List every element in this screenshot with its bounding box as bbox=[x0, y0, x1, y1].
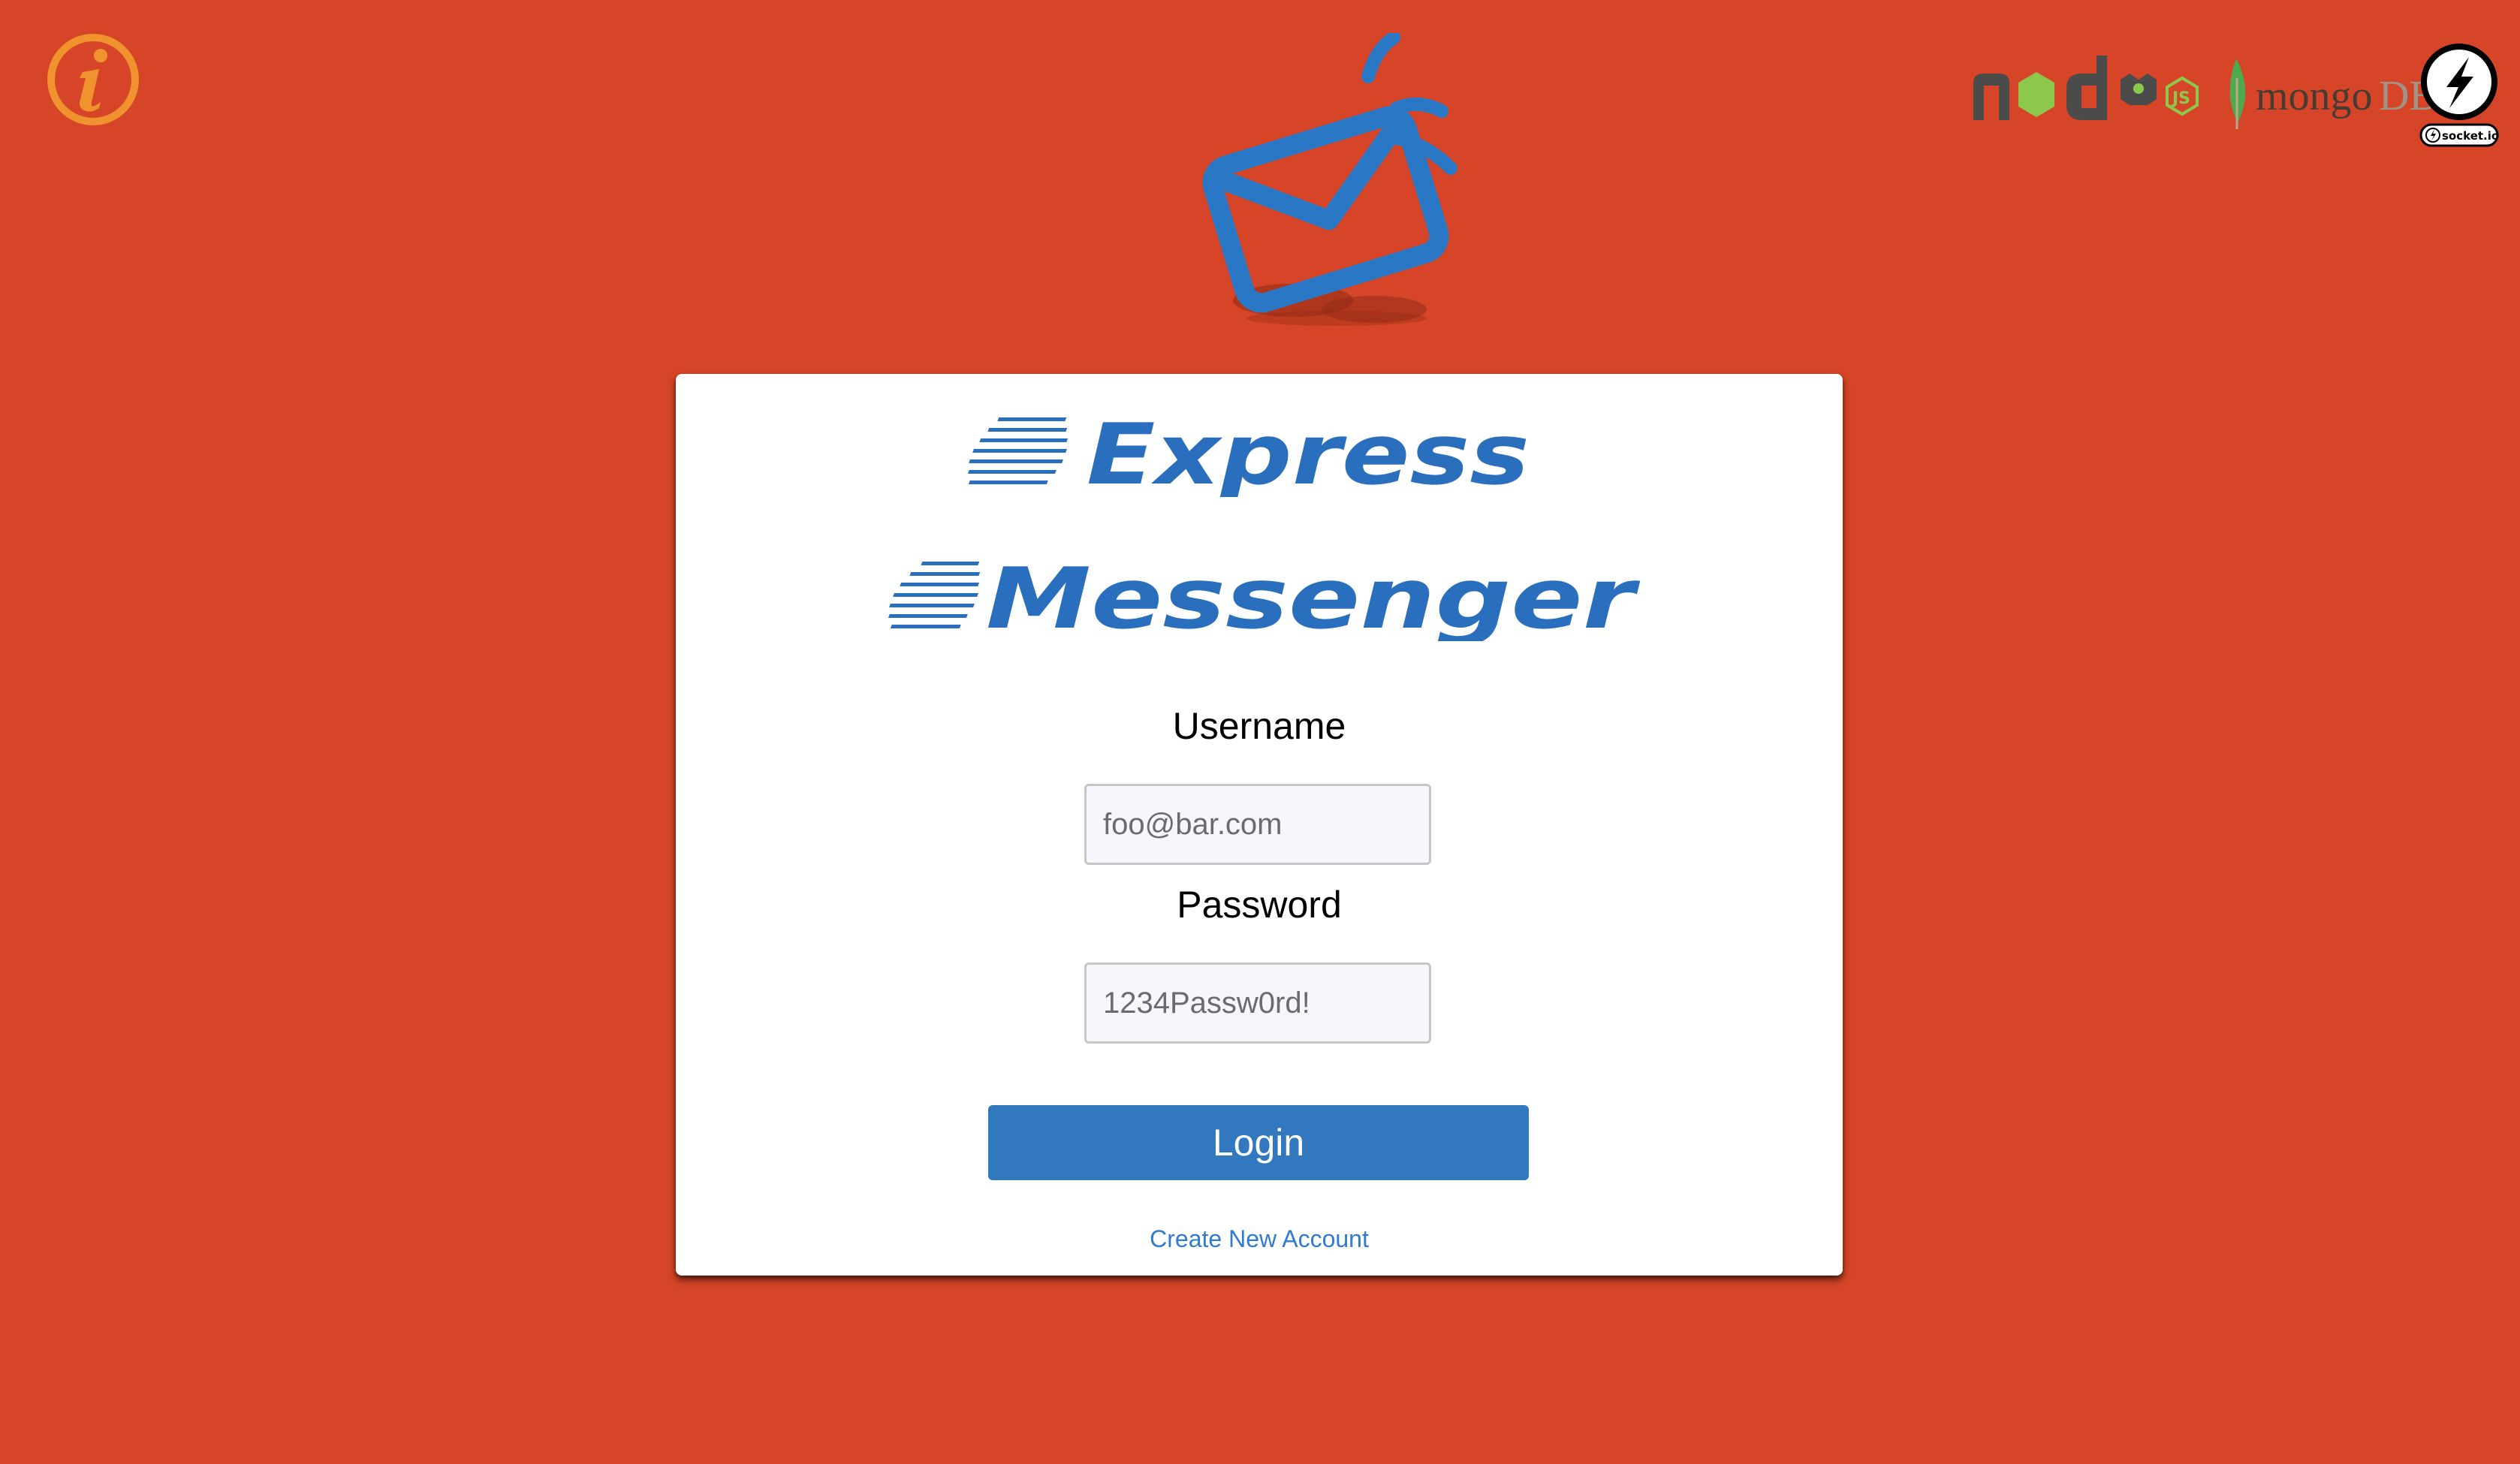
username-label: Username bbox=[1172, 705, 1346, 747]
brand-title-text-1: Express bbox=[1087, 406, 1530, 497]
node-logo: JS bbox=[1969, 53, 2202, 131]
password-input[interactable] bbox=[1084, 962, 1431, 1044]
mongodb-logo: mongo DB bbox=[2224, 56, 2442, 134]
brand-title-line1: Express bbox=[676, 399, 1843, 497]
socketio-logo-text: socket.io bbox=[2442, 129, 2499, 143]
info-circle-icon bbox=[47, 34, 139, 125]
info-icon[interactable] bbox=[47, 33, 140, 126]
socketio-logo: socket.io bbox=[2419, 42, 2499, 151]
brand-title-line2: Messenger bbox=[676, 544, 1843, 641]
login-card: Express Messenger Username Password Logi… bbox=[676, 374, 1843, 1276]
mongodb-logo-text: mongo bbox=[2256, 73, 2373, 119]
svg-text:JS: JS bbox=[2171, 89, 2190, 108]
password-label: Password bbox=[1177, 884, 1342, 926]
login-button[interactable]: Login bbox=[988, 1105, 1529, 1180]
brand-title-text-2: Messenger bbox=[986, 550, 1641, 641]
envelope-icon bbox=[1171, 33, 1487, 341]
create-account-link[interactable]: Create New Account bbox=[676, 1225, 1843, 1253]
username-input[interactable] bbox=[1084, 784, 1431, 865]
